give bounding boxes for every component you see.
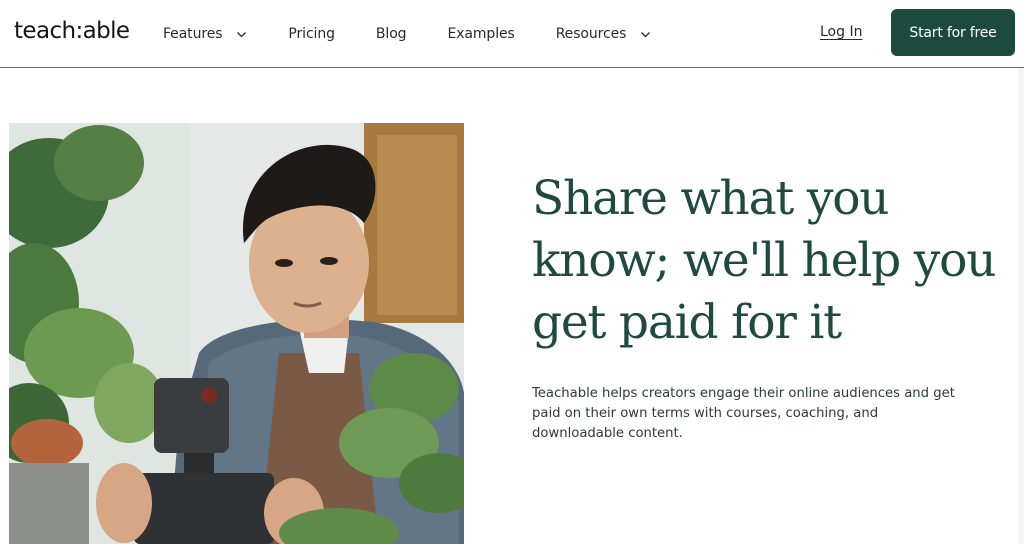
teachable-logo[interactable]: teach:able xyxy=(14,18,130,44)
nav-resources[interactable]: Resources xyxy=(556,26,652,42)
nav-examples[interactable]: Examples xyxy=(447,26,514,42)
nav-pricing-label: Pricing xyxy=(288,26,335,42)
start-for-free-button[interactable]: Start for free xyxy=(891,9,1015,56)
nav-blog[interactable]: Blog xyxy=(376,26,407,42)
nav-examples-label: Examples xyxy=(447,26,515,42)
photo-creator-filming-plant-icon xyxy=(9,123,464,544)
chevron-down-icon xyxy=(640,29,651,40)
nav-pricing[interactable]: Pricing xyxy=(288,26,335,42)
nav-features[interactable]: Features xyxy=(163,26,247,42)
hero-image xyxy=(9,123,464,544)
nav-resources-label: Resources xyxy=(555,26,627,42)
nav-features-label: Features xyxy=(163,26,223,42)
main-nav: Features Pricing Blog Examples Resources xyxy=(163,0,692,68)
chevron-down-icon xyxy=(236,29,247,40)
hero-subtext: Teachable helps creators engage their on… xyxy=(532,386,955,441)
login-link[interactable]: Log In xyxy=(820,24,862,40)
scrollbar[interactable] xyxy=(1018,68,1024,544)
nav-blog-label: Blog xyxy=(375,26,407,42)
site-header: teach:able Features Pricing Blog Example… xyxy=(0,0,1024,68)
hero-headline: Share what you know; we'll help you get … xyxy=(532,171,996,350)
